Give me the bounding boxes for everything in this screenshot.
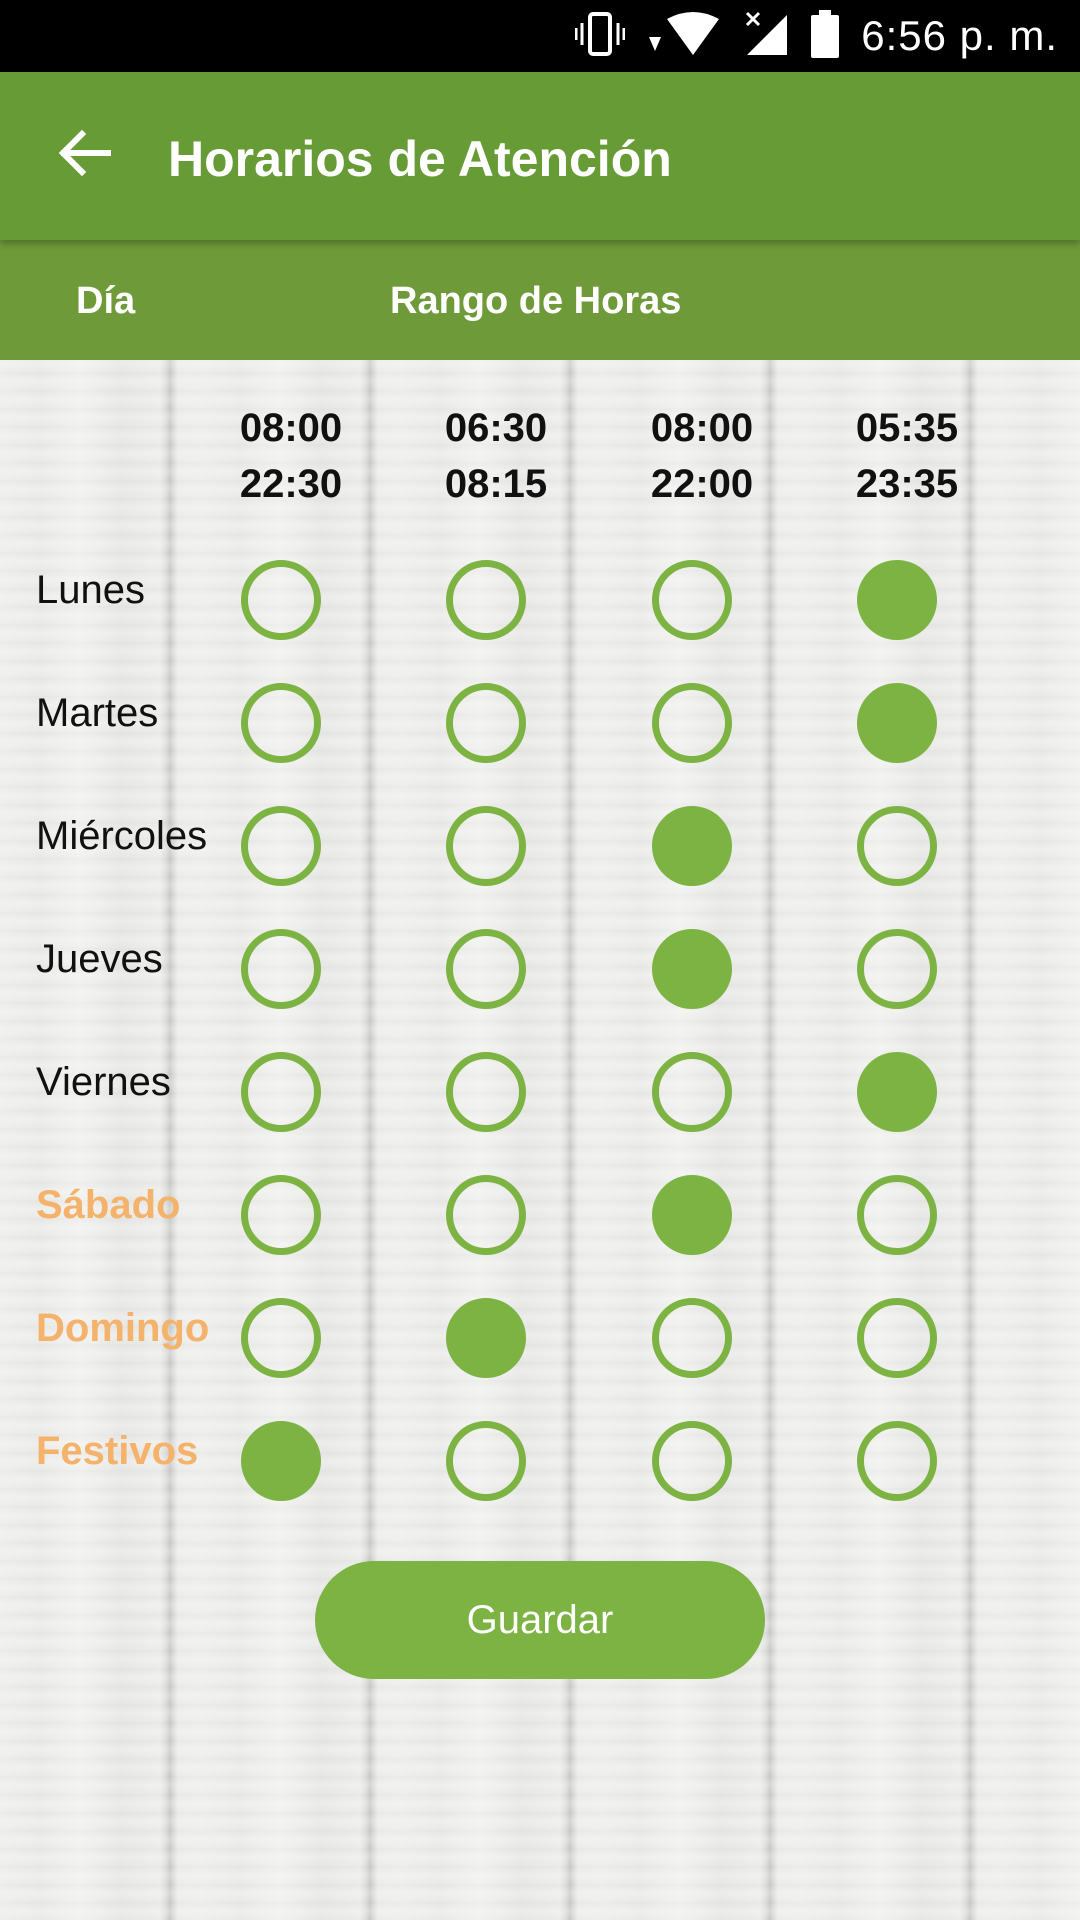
time-range-radio[interactable] (241, 683, 321, 763)
time-range-radio[interactable] (652, 1175, 732, 1255)
day-label: Miércoles (36, 814, 208, 858)
time-range-radio[interactable] (652, 560, 732, 640)
time-range-radio[interactable] (857, 806, 937, 886)
time-range-radio[interactable] (652, 1421, 732, 1501)
status-bar: 6:56 p. m. (0, 0, 1080, 72)
time-range-header: 08:00 22:00 (602, 400, 802, 512)
time-range-header: 05:35 23:35 (807, 400, 1007, 512)
day-label: Viernes (36, 1060, 171, 1104)
time-range-radio[interactable] (857, 1175, 937, 1255)
arrow-left-icon (58, 129, 112, 181)
time-range-end: 22:00 (650, 462, 754, 506)
time-range-radio[interactable] (857, 683, 937, 763)
time-range-radio[interactable] (241, 1421, 321, 1501)
page-title: Horarios de Atención (168, 131, 672, 187)
vibrate-icon (574, 11, 626, 62)
battery-icon (811, 9, 840, 63)
time-range-radio[interactable] (241, 1175, 321, 1255)
time-range-start: 06:30 (444, 406, 548, 450)
day-label: Festivos (36, 1429, 199, 1473)
day-label: Lunes (36, 568, 145, 612)
time-range-start: 08:00 (239, 406, 343, 450)
time-range-radio[interactable] (652, 806, 732, 886)
time-range-radio[interactable] (857, 929, 937, 1009)
day-label: Martes (36, 691, 159, 735)
time-range-radio[interactable] (446, 560, 526, 640)
header-range: Rango de Horas (390, 280, 682, 322)
time-range-radio[interactable] (652, 683, 732, 763)
wifi-icon (647, 11, 723, 62)
time-range-radio[interactable] (241, 560, 321, 640)
time-range-radio[interactable] (241, 806, 321, 886)
time-range-end: 23:35 (855, 462, 959, 506)
time-range-radio[interactable] (446, 1298, 526, 1378)
save-button[interactable]: Guardar (315, 1561, 765, 1679)
time-range-radio[interactable] (857, 560, 937, 640)
time-range-start: 05:35 (855, 406, 959, 450)
time-range-radio[interactable] (446, 1175, 526, 1255)
time-range-radio[interactable] (857, 1421, 937, 1501)
day-label: Jueves (36, 937, 163, 981)
time-range-radio[interactable] (241, 1298, 321, 1378)
time-range-radio[interactable] (652, 1298, 732, 1378)
time-range-end: 08:15 (444, 462, 548, 506)
table-header: Día Rango de Horas (0, 240, 1080, 360)
time-range-end: 22:30 (239, 462, 343, 506)
time-range-header: 06:30 08:15 (396, 400, 596, 512)
time-range-radio[interactable] (241, 929, 321, 1009)
time-range-radio[interactable] (446, 929, 526, 1009)
time-range-start: 08:00 (650, 406, 754, 450)
time-range-radio[interactable] (446, 1052, 526, 1132)
signal-icon (745, 11, 789, 62)
time-range-radio[interactable] (857, 1052, 937, 1132)
time-range-radio[interactable] (652, 929, 732, 1009)
time-range-radio[interactable] (446, 806, 526, 886)
back-button[interactable] (50, 120, 120, 190)
header-day: Día (76, 280, 136, 322)
time-range-radio[interactable] (446, 683, 526, 763)
status-time: 6:56 p. m. (861, 12, 1058, 59)
app-bar: Horarios de Atención (0, 72, 1080, 240)
time-range-radio[interactable] (241, 1052, 321, 1132)
time-range-header: 08:00 22:30 (191, 400, 391, 512)
time-range-radio[interactable] (652, 1052, 732, 1132)
day-label: Sábado (36, 1183, 181, 1227)
time-range-radio[interactable] (857, 1298, 937, 1378)
time-range-radio[interactable] (446, 1421, 526, 1501)
day-label: Domingo (36, 1306, 210, 1350)
